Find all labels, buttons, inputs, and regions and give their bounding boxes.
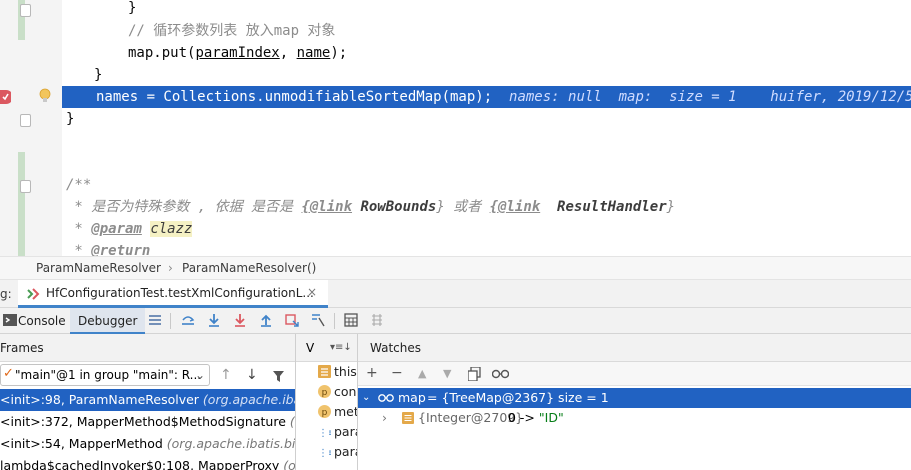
add-icon[interactable]: +: [366, 365, 378, 381]
watches-toolbar: + − ▲ ▼: [358, 362, 911, 386]
console-icon: [3, 314, 17, 326]
code-line: * 是否为特殊参数 , 依据 是否是 {@link RowBounds} 或者 …: [66, 199, 676, 215]
watch-entry: 0 -> "ID": [508, 410, 564, 425]
run-to-cursor-icon[interactable]: [310, 312, 326, 328]
step-over-icon[interactable]: [206, 312, 222, 328]
trace-icon[interactable]: [369, 312, 385, 328]
variable-row[interactable]: this: [296, 362, 357, 382]
show-execution-point-icon[interactable]: [180, 312, 196, 328]
glasses-icon[interactable]: [492, 368, 509, 379]
svg-text:⋮≡: ⋮≡: [318, 428, 331, 438]
breadcrumb: ParamNameResolver › ParamNameResolver(): [0, 256, 911, 280]
breadcrumb-class[interactable]: ParamNameResolver: [36, 261, 161, 275]
frames-panel: Frames ✓ "main"@1 in group "main": R... …: [0, 334, 296, 470]
variable-row[interactable]: ⋮≡ para: [296, 422, 357, 442]
code-line: // 循环参数列表 放入map 对象: [128, 20, 335, 42]
chevron-down-icon: ⌄: [194, 368, 205, 382]
breadcrumb-method[interactable]: ParamNameResolver(): [182, 261, 316, 275]
watches-header: Watches: [358, 334, 911, 362]
frames-header: Frames: [0, 334, 295, 362]
editor-gutter[interactable]: [0, 0, 62, 256]
code-comment: // 循环参数列表 放入map 对象: [128, 23, 336, 39]
stack-frame-row[interactable]: lambda$cachedInvoker$0:108, MapperProxy …: [0, 455, 295, 470]
watch-row[interactable]: › {Integer@2709} 0 -> "ID": [358, 408, 911, 428]
variable-row[interactable]: ⋮≡ para: [296, 442, 357, 462]
array-icon: ⋮≡: [318, 428, 331, 438]
close-icon[interactable]: ×: [307, 285, 317, 299]
list-icon: [318, 365, 331, 378]
copy-icon[interactable]: [468, 367, 481, 381]
remove-icon[interactable]: −: [391, 365, 403, 381]
tab-console[interactable]: Console: [18, 308, 66, 334]
thread-selector-label: "main"@1 in group "main": R...: [15, 368, 202, 382]
thread-selector[interactable]: ✓ "main"@1 in group "main": R... ⌄: [0, 364, 210, 386]
variable-row[interactable]: p con: [296, 382, 357, 402]
stack-frame-row[interactable]: <init>:98, ParamNameResolver (org.apache…: [0, 389, 295, 411]
move-up-icon[interactable]: ▲: [418, 367, 426, 380]
drop-frame-icon[interactable]: [284, 312, 300, 328]
execution-point-line[interactable]: names = Collections.unmodifiableSortedMa…: [62, 86, 911, 108]
code-line: * @return: [66, 243, 151, 256]
sort-icon[interactable]: ▾≡↓: [330, 342, 352, 353]
junit-run-icon: [27, 288, 40, 300]
thread-status-icon: ✓: [3, 366, 14, 381]
variables-panel: V ▾≡↓ this p con p met ⋮≡ para ⋮≡ para: [296, 334, 358, 470]
breadcrumb-separator: ›: [168, 261, 173, 275]
step-out-icon[interactable]: [258, 312, 274, 328]
filter-icon[interactable]: [272, 370, 285, 383]
fold-icon[interactable]: [20, 114, 31, 127]
watch-row[interactable]: ⌄ map = {TreeMap@2367} size = 1: [358, 388, 911, 408]
move-down-icon[interactable]: ▼: [443, 367, 451, 380]
watches-panel: Watches + − ▲ ▼ ⌄ map = {TreeMap@2367} s…: [358, 334, 911, 470]
variables-header: V ▾≡↓: [296, 334, 357, 362]
arrow-down-icon[interactable]: ↓: [246, 367, 258, 383]
variables-title: V: [306, 341, 315, 355]
watches-title: Watches: [370, 341, 421, 355]
lightbulb-icon[interactable]: [39, 88, 51, 104]
step-into-icon[interactable]: [232, 312, 248, 328]
code-line: }: [128, 0, 137, 16]
code-line: }: [66, 111, 75, 127]
chevron-right-icon[interactable]: ›: [382, 408, 387, 428]
evaluate-expression-icon[interactable]: [343, 312, 359, 328]
debug-session-tabs: g: HfConfigurationTest.testXmlConfigurat…: [0, 280, 911, 308]
code-line: map.put(paramIndex, name);: [128, 45, 348, 61]
frames-title: Frames: [0, 341, 44, 355]
toolbar-separator: [170, 313, 171, 329]
variable-row[interactable]: p met: [296, 402, 357, 422]
array-icon: ⋮≡: [318, 448, 331, 458]
code-line: names = Collections.unmodifiableSortedMa…: [96, 86, 911, 108]
svg-text:p: p: [322, 408, 328, 418]
breakpoint-icon[interactable]: [0, 90, 11, 104]
svg-text:p: p: [322, 388, 328, 398]
debug-session-label: HfConfigurationTest.testXmlConfiguration…: [46, 286, 314, 300]
stack-frame-row[interactable]: <init>:54, MapperMethod (org.apache.ibat…: [0, 433, 295, 455]
watch-value: = {TreeMap@2367} size = 1: [427, 390, 609, 405]
toolbar-separator: [334, 313, 335, 329]
arrow-up-icon[interactable]: ↑: [220, 367, 232, 383]
watch-name: map: [398, 390, 426, 405]
parameter-icon: p: [318, 405, 331, 418]
stack-frame-row[interactable]: <init>:372, MapperMethod$MethodSignature…: [0, 411, 295, 433]
code-line: * @param clazz: [66, 221, 193, 237]
code-line: /**: [66, 177, 92, 193]
fold-icon[interactable]: [20, 180, 31, 193]
tab-debugger[interactable]: Debugger: [70, 308, 146, 334]
list-icon: [402, 412, 414, 424]
svg-text:⋮≡: ⋮≡: [318, 448, 331, 458]
vcs-change-marker[interactable]: [18, 152, 25, 256]
debug-tool-label: g:: [0, 287, 12, 301]
chevron-down-icon[interactable]: ⌄: [362, 388, 370, 408]
glasses-icon: [378, 394, 394, 402]
menu-icon[interactable]: [147, 312, 163, 328]
code-editor[interactable]: } // 循环参数列表 放入map 对象 map.put(paramIndex,…: [0, 0, 911, 256]
inline-debug-values: names: null map: size = 1 huifer, 2019/1…: [492, 89, 911, 105]
parameter-icon: p: [318, 385, 331, 398]
fold-icon[interactable]: [20, 4, 31, 17]
debugger-toolbar: Console Debugger: [0, 308, 911, 334]
code-line: }: [94, 67, 103, 83]
debug-session-tab[interactable]: HfConfigurationTest.testXmlConfiguration…: [18, 280, 328, 308]
